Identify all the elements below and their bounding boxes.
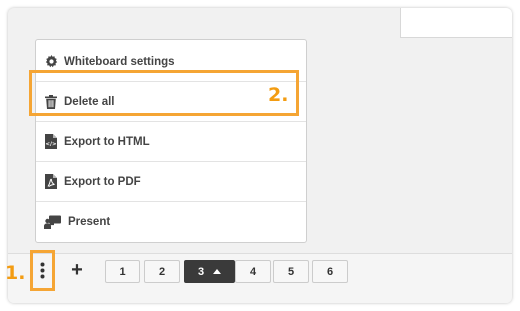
step-2-label: 2. [268, 84, 289, 106]
page-button-4[interactable]: 4 [235, 260, 271, 283]
menu-item-label: Present [68, 216, 111, 228]
menu-item-export-pdf[interactable]: Export to PDF [36, 162, 306, 202]
step-1-label: 1. [5, 262, 26, 284]
svg-text:</>: </> [45, 142, 57, 148]
add-page-button[interactable]: + [68, 258, 86, 282]
top-right-panel [400, 8, 512, 38]
page-button-1[interactable]: 1 [105, 260, 140, 283]
more-options-highlight [30, 250, 55, 291]
menu-item-label: Export to PDF [64, 175, 141, 188]
page-button-2[interactable]: 2 [144, 260, 180, 283]
menu-item-export-html[interactable]: </> Export to HTML [36, 122, 306, 162]
gear-icon [44, 54, 58, 70]
menu-item-label: Whiteboard settings [64, 55, 175, 68]
pdf-file-icon [44, 174, 58, 190]
page-button-3-active[interactable]: 3 [184, 260, 235, 283]
menu-item-present[interactable]: Present [36, 202, 306, 242]
page-button-6[interactable]: 6 [312, 260, 348, 283]
page-button-5[interactable]: 5 [273, 260, 309, 283]
caret-up-icon [213, 269, 222, 274]
delete-all-highlight [29, 70, 299, 116]
present-icon [44, 214, 62, 230]
menu-item-label: Export to HTML [64, 135, 150, 148]
html-file-icon: </> [44, 134, 58, 150]
page-number: 3 [197, 265, 205, 278]
